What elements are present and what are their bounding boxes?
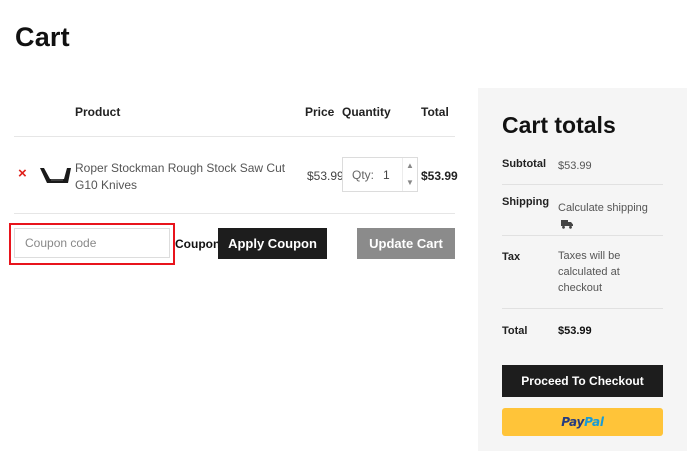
proceed-to-checkout-button[interactable]: Proceed To Checkout bbox=[502, 365, 663, 397]
calculate-shipping-link[interactable]: Calculate shipping bbox=[558, 200, 658, 232]
header-total: Total bbox=[421, 105, 449, 119]
order-total-value: $53.99 bbox=[558, 325, 592, 337]
subtotal-value: $53.99 bbox=[558, 160, 592, 172]
header-product: Product bbox=[75, 105, 121, 119]
cart-table-header: Product Price Quantity Total bbox=[14, 92, 455, 137]
paypal-button[interactable]: PayPal bbox=[502, 408, 663, 436]
order-total-label: Total bbox=[502, 325, 528, 337]
paypal-logo-pal: Pal bbox=[584, 415, 604, 429]
shipping-label: Shipping bbox=[502, 196, 550, 208]
order-total-row: Total $53.99 bbox=[502, 309, 663, 349]
subtotal-label: Subtotal bbox=[502, 158, 546, 170]
quantity-input[interactable]: 1 bbox=[383, 168, 390, 182]
item-price: $53.99 bbox=[307, 169, 344, 183]
cart-item-row: × Roper Stockman Rough Stock Saw Cut G10… bbox=[14, 137, 458, 214]
folding-knife-icon[interactable] bbox=[38, 165, 72, 185]
cart-totals-title: Cart totals bbox=[502, 112, 616, 138]
chevron-down-icon[interactable]: ▼ bbox=[403, 175, 417, 191]
quantity-spinner: ▲ ▼ bbox=[402, 158, 417, 191]
tax-row: Tax Taxes will be calculated at checkout bbox=[502, 236, 663, 309]
paypal-logo: PayPal bbox=[561, 415, 604, 429]
tax-label: Tax bbox=[502, 251, 521, 263]
header-quantity: Quantity bbox=[342, 105, 391, 119]
coupon-label: Coupon: bbox=[175, 237, 225, 251]
paypal-logo-pay: Pay bbox=[561, 415, 585, 429]
apply-coupon-button[interactable]: Apply Coupon bbox=[218, 228, 327, 259]
quantity-stepper[interactable]: Qty: 1 ▲ ▼ bbox=[342, 157, 418, 192]
page-title: Cart bbox=[15, 22, 70, 52]
calculate-shipping-text[interactable]: Calculate shipping bbox=[558, 202, 648, 214]
truck-icon bbox=[561, 220, 573, 229]
item-line-total: $53.99 bbox=[421, 169, 458, 183]
quantity-label: Qty: bbox=[352, 168, 375, 182]
tax-value: Taxes will be calculated at checkout bbox=[558, 250, 621, 294]
shipping-row: Shipping Calculate shipping bbox=[502, 185, 663, 236]
header-price: Price bbox=[305, 105, 335, 119]
chevron-up-icon[interactable]: ▲ bbox=[403, 158, 417, 174]
cart-table: Product Price Quantity Total × Roper Sto… bbox=[14, 92, 458, 214]
remove-item-icon[interactable]: × bbox=[18, 166, 27, 181]
coupon-code-input[interactable] bbox=[14, 228, 170, 258]
subtotal-row: Subtotal $53.99 bbox=[502, 150, 663, 185]
product-name-link[interactable]: Roper Stockman Rough Stock Saw Cut G10 K… bbox=[75, 160, 295, 194]
update-cart-button[interactable]: Update Cart bbox=[357, 228, 455, 259]
